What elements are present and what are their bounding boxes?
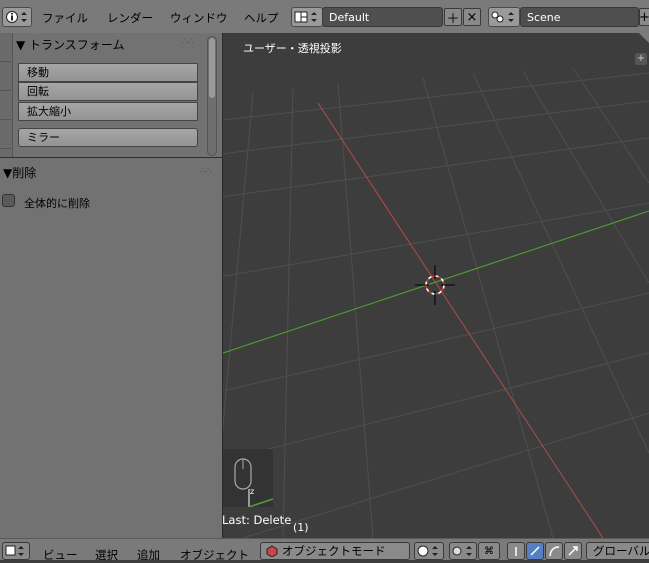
- menu-view[interactable]: ビュー: [43, 547, 78, 563]
- scale-arrow-icon: [568, 546, 578, 556]
- mouse-icon: z: [234, 458, 274, 508]
- scale-button[interactable]: 拡大縮小: [18, 102, 198, 121]
- screen-layout-field[interactable]: Default: [322, 7, 443, 27]
- tab-relations[interactable]: [0, 91, 11, 120]
- layout-icon: [294, 11, 317, 23]
- tab-tools[interactable]: [0, 33, 11, 62]
- manipulator-toggle[interactable]: ⌘: [478, 542, 500, 560]
- menu-render[interactable]: レンダー: [107, 10, 153, 26]
- menu-add[interactable]: 追加: [137, 547, 160, 563]
- 3d-cursor-icon[interactable]: [415, 265, 455, 305]
- pivot-icon: [452, 546, 472, 556]
- properties-toggle-icon[interactable]: +: [635, 53, 647, 65]
- panel-grip-icon[interactable]: ∴∴: [182, 37, 193, 47]
- screen-layout-name: Default: [329, 10, 370, 24]
- scene-icon: [491, 11, 514, 23]
- 3d-view-icon: [5, 545, 24, 556]
- plus-icon: +: [639, 9, 649, 25]
- transform-panel: ▼ トランスフォーム ∴∴ 移動 回転 拡大縮小 ミラー: [12, 33, 204, 157]
- rotate-manipulator-button[interactable]: [526, 542, 544, 560]
- tool-shelf: ▼ トランスフォーム ∴∴ 移動 回転 拡大縮小 ミラー ▼削除 ∴∴ 全体的に…: [0, 33, 223, 538]
- view-name-label: ユーザー・透視投影: [243, 42, 342, 55]
- solid-shading-icon: [417, 545, 438, 557]
- 3d-view-header: ビュー 選択 追加 オブジェクト オブジェクトモード ⌘ グローバル: [0, 538, 649, 563]
- mode-label: オブジェクトモード: [282, 544, 386, 558]
- editor-type-button[interactable]: [2, 7, 32, 27]
- screen-layout-selector[interactable]: [291, 7, 323, 27]
- svg-text:z: z: [250, 487, 254, 496]
- scale-manipulator-button[interactable]: [545, 542, 563, 560]
- operator-panel-delete: ▼削除 ∴∴ 全体的に削除: [0, 158, 222, 538]
- info-icon: [6, 11, 27, 23]
- plus-icon: ＋: [446, 11, 460, 27]
- scene-field[interactable]: Scene: [520, 7, 639, 27]
- menu-help[interactable]: ヘルプ: [244, 10, 279, 26]
- menu-select[interactable]: 選択: [95, 547, 118, 563]
- delete-globally-label: 全体的に削除: [24, 197, 90, 210]
- arrow-icon: [515, 547, 517, 556]
- object-mode-icon: [266, 545, 278, 557]
- menu-window[interactable]: ウィンドウ: [170, 10, 228, 26]
- editor-type-button[interactable]: [2, 542, 30, 560]
- mouse-hint-box: z: [223, 449, 274, 508]
- menu-object[interactable]: オブジェクト: [180, 547, 249, 563]
- delete-panel-title[interactable]: ▼削除: [3, 164, 36, 181]
- close-icon: ×: [466, 9, 478, 25]
- 3d-viewport[interactable]: ユーザー・透視投影 + z Last: Delete (1): [223, 33, 649, 538]
- transform-panel-title[interactable]: ▼ トランスフォーム: [16, 36, 124, 53]
- orientation-label: グローバル: [593, 544, 649, 558]
- transform-manipulator-button[interactable]: [564, 542, 582, 560]
- delete-globally-checkbox[interactable]: [2, 194, 15, 207]
- mirror-button[interactable]: ミラー: [18, 128, 198, 147]
- object-info-label: (1): [293, 521, 309, 534]
- scene-selector[interactable]: [488, 7, 520, 27]
- curve-icon: [549, 546, 560, 557]
- manipulator-icon: ⌘: [484, 545, 494, 557]
- pivot-point-selector[interactable]: [449, 542, 477, 560]
- add-scene-button[interactable]: +: [639, 8, 649, 26]
- mode-selector[interactable]: オブジェクトモード: [260, 542, 410, 560]
- panel-grip-icon[interactable]: ∴∴: [200, 166, 211, 176]
- area-split-corner[interactable]: [639, 33, 649, 43]
- tab-create[interactable]: [0, 62, 11, 91]
- info-header: ファイル レンダー ウィンドウ ヘルプ Default ＋ × Scene +: [0, 0, 649, 34]
- add-screen-button[interactable]: ＋: [444, 8, 462, 27]
- menu-file[interactable]: ファイル: [42, 10, 88, 26]
- translate-manipulator-button[interactable]: [507, 542, 525, 560]
- x-axis-line: [317, 102, 604, 538]
- shelf-scrollbar[interactable]: [207, 36, 217, 156]
- delete-screen-button[interactable]: ×: [463, 8, 481, 26]
- shelf-scrollbar-thumb[interactable]: [209, 38, 215, 98]
- viewport-shading-selector[interactable]: [414, 542, 444, 560]
- scene-name: Scene: [527, 10, 561, 24]
- last-operator-label: Last: Delete: [223, 513, 292, 527]
- translate-button[interactable]: 移動: [18, 63, 198, 82]
- tab-animation[interactable]: [0, 120, 11, 149]
- transform-orientation-selector[interactable]: グローバル: [586, 542, 649, 560]
- rotate-arrow-icon: [530, 546, 540, 556]
- rotate-button[interactable]: 回転: [18, 82, 198, 101]
